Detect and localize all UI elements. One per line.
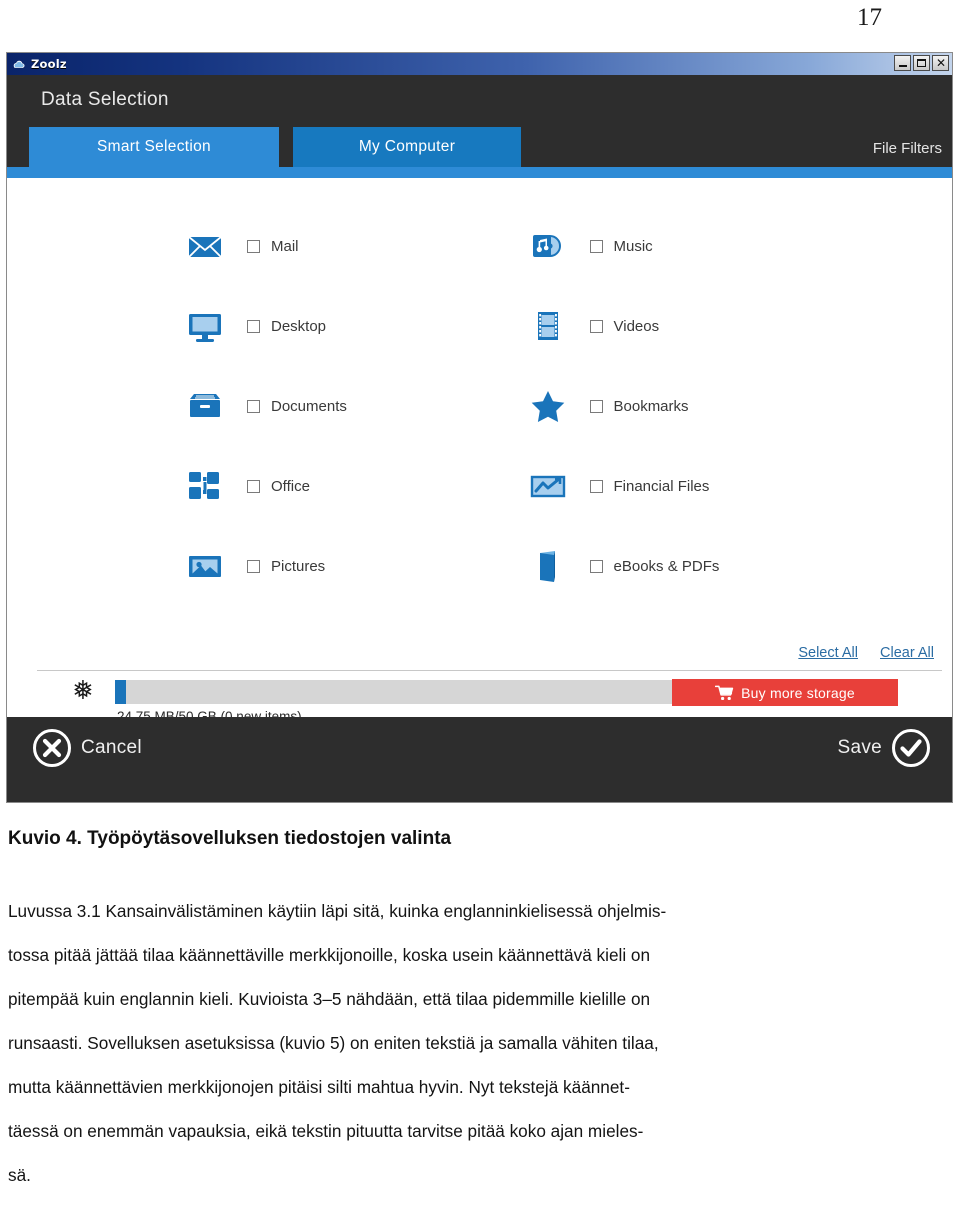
category-item-pictures[interactable]: Pictures: [7, 526, 480, 606]
storage-row: ❅ 24.75 MB/50 GB (0 new items) Buy more …: [7, 671, 952, 724]
figure-caption: Kuvio 4. Työpöytäsovelluksen tiedostojen…: [8, 828, 452, 849]
checkbox-music[interactable]: [589, 239, 603, 253]
body-line: mutta käännettävien merkkijonojen pitäis…: [8, 1077, 630, 1097]
minimize-button[interactable]: [894, 55, 911, 71]
close-icon: ✕: [936, 56, 947, 70]
cancel-button[interactable]: Cancel: [33, 729, 142, 767]
star-icon: [528, 386, 568, 426]
body-line: Luvussa 3.1 Kansainvälistäminen käytiin …: [8, 901, 667, 921]
save-button[interactable]: Save: [837, 729, 930, 767]
checkbox-documents[interactable]: [247, 399, 260, 413]
body-line: tossa pitää jättää tilaa käännettäville …: [8, 945, 651, 965]
tab-smart-selection[interactable]: Smart Selection: [29, 127, 279, 167]
app-window: Zoolz ✕ Data Selection Smart Selection M…: [6, 52, 953, 803]
checkbox-financial-files[interactable]: [589, 479, 603, 493]
category-item-office[interactable]: Office: [7, 446, 480, 526]
accent-strip: [7, 167, 952, 178]
category-label-ebooks-pdfs: eBooks & PDFs: [613, 557, 720, 575]
body-line: sä.: [8, 1165, 31, 1185]
cancel-label: Cancel: [81, 737, 142, 758]
checkbox-ebooks-pdfs[interactable]: [589, 559, 603, 573]
maximize-button[interactable]: [913, 55, 930, 71]
category-item-bookmarks[interactable]: Bookmarks: [480, 366, 953, 446]
checkbox-pictures[interactable]: [247, 559, 260, 573]
category-item-documents[interactable]: Documents: [7, 366, 480, 446]
selection-content: Mail Desktop Documents Office Pictures M…: [7, 178, 952, 724]
select-all-link[interactable]: Select All: [798, 645, 858, 661]
checkbox-mail[interactable]: [247, 239, 260, 253]
category-item-videos[interactable]: Videos: [480, 286, 953, 366]
x-circle-icon: [33, 729, 71, 767]
app-footer: Cancel Save: [7, 717, 952, 779]
tab-smart-selection-label: Smart Selection: [97, 138, 211, 155]
desktop-icon: [185, 306, 225, 346]
storage-progress-fill: [115, 680, 127, 704]
close-button[interactable]: ✕: [932, 55, 949, 71]
document-body: Kuvio 4. Työpöytäsovelluksen tiedostojen…: [0, 828, 960, 1204]
tab-my-computer-label: My Computer: [358, 138, 456, 155]
save-label: Save: [837, 737, 882, 758]
category-item-music[interactable]: Music: [480, 206, 953, 286]
category-label-videos: Videos: [613, 317, 660, 335]
category-column-right: Music Videos Bookmarks Financial Files e…: [480, 206, 953, 606]
buy-more-storage-label: Buy more storage: [741, 684, 855, 701]
category-label-music: Music: [613, 237, 653, 255]
body-paragraph: Luvussa 3.1 Kansainvälistäminen käytiin …: [0, 896, 960, 1190]
snowflake-icon: ❅: [72, 676, 94, 706]
category-item-financial-files[interactable]: Financial Files: [480, 446, 953, 526]
app-header: Data Selection Smart Selection My Comput…: [7, 75, 952, 178]
category-label-office: Office: [271, 477, 310, 495]
category-item-ebooks-pdfs[interactable]: eBooks & PDFs: [480, 526, 953, 606]
mail-icon: [185, 226, 225, 266]
category-column-left: Mail Desktop Documents Office Pictures: [7, 206, 480, 606]
category-label-financial-files: Financial Files: [613, 477, 710, 495]
music-icon: [528, 226, 568, 266]
category-label-bookmarks: Bookmarks: [613, 397, 689, 415]
body-line: runsaasti. Sovelluksen asetuksissa (kuvi…: [8, 1033, 659, 1053]
page-number: 17: [857, 4, 882, 31]
body-line: täessä on enemmän vapauksia, eikä teksti…: [8, 1121, 644, 1141]
videos-filmstrip-icon: [528, 306, 568, 346]
category-label-pictures: Pictures: [271, 557, 326, 575]
chart-icon: [528, 466, 568, 506]
category-label-desktop: Desktop: [271, 317, 327, 335]
checkbox-videos[interactable]: [589, 319, 603, 333]
category-item-desktop[interactable]: Desktop: [7, 286, 480, 366]
window-title: Zoolz: [31, 57, 67, 71]
category-label-documents: Documents: [271, 397, 347, 415]
checkbox-office[interactable]: [247, 479, 260, 493]
documents-box-icon: [185, 386, 225, 426]
checkbox-bookmarks[interactable]: [589, 399, 603, 413]
category-item-mail[interactable]: Mail: [7, 206, 480, 286]
category-label-mail: Mail: [271, 237, 299, 255]
tab-my-computer[interactable]: My Computer: [293, 127, 521, 167]
office-icon: [185, 466, 225, 506]
pictures-icon: [185, 546, 225, 586]
clear-all-link[interactable]: Clear All: [880, 645, 934, 661]
select-actions: Select All Clear All: [798, 645, 934, 661]
storage-progress-bar: [115, 680, 675, 704]
category-grid: Mail Desktop Documents Office Pictures M…: [7, 178, 952, 606]
buy-more-storage-button[interactable]: Buy more storage: [672, 679, 898, 706]
window-controls: ✕: [894, 55, 949, 71]
page-title: Data Selection: [41, 89, 169, 110]
book-icon: [528, 546, 568, 586]
body-line: pitempää kuin englannin kieli. Kuvioista…: [8, 989, 651, 1009]
checkbox-desktop[interactable]: [247, 319, 260, 333]
file-filters-link[interactable]: File Filters: [873, 127, 946, 167]
cloud-icon: [11, 57, 26, 72]
tab-bar: Smart Selection My Computer File Filters: [7, 127, 952, 167]
window-titlebar: Zoolz ✕: [7, 53, 952, 75]
check-circle-icon: [892, 729, 930, 767]
cart-icon: [715, 685, 734, 701]
